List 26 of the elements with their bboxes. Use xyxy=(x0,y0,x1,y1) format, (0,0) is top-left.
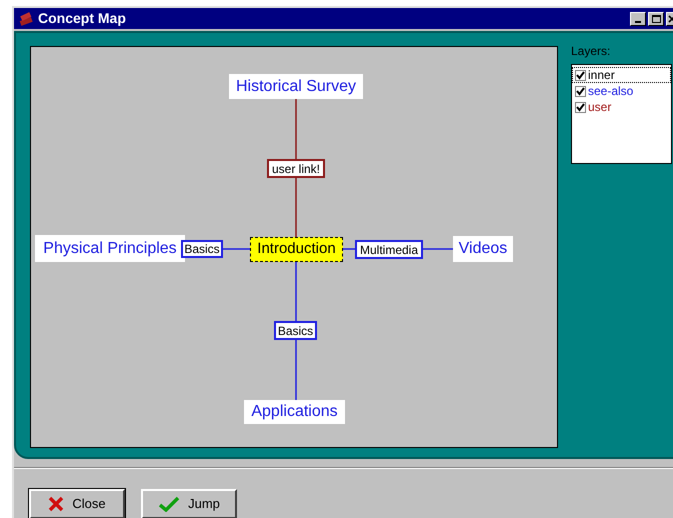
link-node[interactable]: Basics xyxy=(274,321,317,340)
layer-item[interactable]: inner xyxy=(572,67,671,83)
checkbox[interactable] xyxy=(575,102,586,112)
maximize-icon xyxy=(652,14,660,22)
checkbox[interactable] xyxy=(575,70,586,80)
link-node[interactable]: Multimedia xyxy=(355,240,423,259)
minimize-icon xyxy=(635,20,641,22)
topic-node[interactable]: Applications xyxy=(244,400,345,424)
topic-node[interactable]: Videos xyxy=(453,236,513,262)
layer-item[interactable]: see-also xyxy=(572,83,671,99)
topic-node[interactable]: Historical Survey xyxy=(229,74,363,99)
link-node[interactable]: Basics xyxy=(181,240,223,258)
link-node[interactable]: user link! xyxy=(267,159,325,178)
focus-node[interactable]: Introduction xyxy=(250,237,343,262)
close-icon xyxy=(48,496,64,512)
layer-item[interactable]: user xyxy=(572,99,671,115)
layers-label: Layers: xyxy=(571,43,612,60)
window-title: Concept Map xyxy=(38,9,127,28)
close-button[interactable]: Close xyxy=(29,489,125,518)
jump-button[interactable]: Jump xyxy=(141,489,237,518)
maximize-button[interactable] xyxy=(648,12,664,26)
checkbox[interactable] xyxy=(575,86,586,96)
books-icon xyxy=(18,10,34,26)
minimize-button[interactable] xyxy=(630,12,646,26)
checkmark-icon xyxy=(158,496,180,512)
topic-node[interactable]: Physical Principles xyxy=(35,235,185,262)
